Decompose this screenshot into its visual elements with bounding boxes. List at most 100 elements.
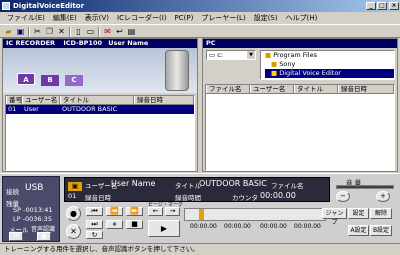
toolbar: ▰ ▣ ✂ ❐ ✕ ▯ ▭ ✉ ↩ ▤ — [0, 24, 400, 38]
a-set-button[interactable]: A設定 — [348, 225, 369, 236]
col-date[interactable]: 録音日時 — [338, 85, 394, 93]
recorder-file-list: 番号 ユーザー名 タイトル 録音日時 01 User Name OUTDOOR … — [5, 95, 195, 171]
pc-header: PC — [203, 39, 397, 48]
split-icon[interactable]: ▯ — [73, 27, 84, 37]
menu-view[interactable]: 表示(V) — [81, 12, 113, 24]
pc-list-header: ファイル名 ユーザー名 タイトル 録音日時 — [206, 85, 394, 94]
col-number[interactable]: 番号 — [6, 96, 22, 104]
col-user[interactable]: ユーザー名 — [22, 96, 60, 104]
b-set-button[interactable]: B設定 — [370, 225, 392, 236]
volume-down-button[interactable]: − — [336, 191, 350, 202]
recorder-model: ICD-BP100 — [63, 39, 103, 47]
mark-icon[interactable]: ✉ — [102, 27, 113, 37]
ic-recorder-pane: IC RECORDER ICD-BP100 User Name A B C 番号… — [2, 38, 198, 172]
menu-settings[interactable]: 設定(S) — [250, 12, 282, 24]
col-title[interactable]: タイトル — [60, 96, 134, 104]
track-info-display: ▣ ユーザー名 User Name タイトル OUTDOOR BASIC ファイ… — [64, 177, 330, 202]
time-mark-3: 00:00.00 — [260, 223, 287, 230]
mail-button[interactable]: ✉ — [9, 232, 23, 241]
app-icon — [2, 2, 10, 10]
count-value: 00:00.00 — [260, 191, 296, 200]
folder-tab-c[interactable]: C — [65, 75, 83, 86]
pc-pane: PC ▭ c: ▼ ■ Program Files ■ Sony ■ Digit… — [202, 38, 398, 172]
time-mark-4: 00:00.00 — [294, 223, 321, 230]
menu-pc[interactable]: PC(P) — [171, 12, 198, 24]
folder-tree: ■ Program Files ■ Sony ■ Digital Voice E… — [260, 50, 395, 80]
info-icon[interactable]: ▤ — [126, 27, 137, 37]
window-title: DigitalVoiceEditor — [13, 2, 85, 10]
save-icon[interactable]: ▣ — [15, 27, 26, 37]
status-bar: トレーニングする用件を選択し、音声認識ボタンを押して下さい。 — [0, 243, 400, 255]
table-row[interactable]: 01 User Name OUTDOOR BASIC — [6, 105, 194, 122]
pc-file-list: ファイル名 ユーザー名 タイトル 録音日時 — [205, 84, 395, 171]
menu-file[interactable]: ファイル(E) — [3, 12, 49, 24]
menu-ic-recorder[interactable]: ICレコーダー(I) — [113, 12, 170, 24]
voice-recognition-button[interactable]: ◉ — [37, 232, 51, 241]
mark-prev-button[interactable]: ← — [148, 207, 163, 216]
recorder-device-image — [165, 50, 189, 91]
folder-icon: ■ — [265, 51, 272, 59]
title-bar: DigitalVoiceEditor _ □ × — [0, 0, 400, 12]
tree-item-digital-voice-editor[interactable]: ■ Digital Voice Editor — [265, 69, 394, 78]
menu-player[interactable]: プレーヤー(L) — [197, 12, 249, 24]
undo-icon[interactable]: ↩ — [114, 27, 125, 37]
fast-forward-button[interactable]: ⏩ — [126, 207, 143, 216]
time-mark-2: 00:00.00 — [224, 223, 251, 230]
col-title[interactable]: タイトル — [294, 85, 338, 93]
recorder-list-header: 番号 ユーザー名 タイトル 録音日時 — [6, 96, 194, 105]
lp-time: LP -0036:35 — [13, 215, 52, 223]
menu-edit[interactable]: 編集(E) — [49, 12, 81, 24]
erase-button[interactable]: ✕ — [66, 224, 81, 239]
delete-icon[interactable]: ✕ — [56, 27, 67, 37]
close-button[interactable]: × — [389, 2, 399, 10]
copy-icon[interactable]: ❐ — [44, 27, 55, 37]
folder-tab-b[interactable]: B — [41, 75, 59, 86]
next-track-button[interactable]: ⏭ — [86, 220, 103, 229]
combine-icon[interactable]: ▭ — [85, 27, 96, 37]
sp-time: SP -0013:41 — [13, 206, 53, 214]
maximize-button[interactable]: □ — [377, 2, 387, 10]
time-mark-1: 00:00.00 — [190, 223, 217, 230]
file-label: ファイル名 — [271, 182, 304, 190]
pause-button[interactable]: ⏸ — [106, 220, 123, 229]
col-date[interactable]: 録音日時 — [134, 96, 194, 104]
play-button[interactable]: ▶ — [148, 220, 180, 237]
folder-icon[interactable]: ▰ — [3, 27, 14, 37]
drive-select[interactable]: ▭ c: ▼ — [206, 50, 256, 60]
record-icon: ▣ — [68, 182, 82, 191]
ic-recorder-header: IC RECORDER ICD-BP100 User Name — [3, 39, 197, 48]
track-number: 01 — [68, 192, 77, 200]
playhead[interactable] — [199, 209, 204, 220]
playback-timeline[interactable] — [184, 208, 326, 221]
tree-item-program-files[interactable]: ■ Program Files — [265, 51, 394, 60]
folder-tab-a[interactable]: A — [17, 73, 35, 85]
mark-next-button[interactable]: → — [165, 207, 180, 216]
prev-track-button[interactable]: ⏮ — [86, 207, 103, 216]
stop-button[interactable]: ■ — [126, 220, 143, 229]
rewind-button[interactable]: ⏪ — [106, 207, 123, 216]
player-control-panel: 接続 USB 残量 SP -0013:41 LP -0036:35 メール 音声… — [0, 173, 400, 243]
menu-help[interactable]: ヘルプ(H) — [282, 12, 322, 24]
set-button[interactable]: 設定 — [348, 208, 369, 219]
jump-button[interactable]: ジャンプ — [322, 208, 347, 226]
chevron-down-icon: ▼ — [247, 51, 255, 59]
col-user[interactable]: ユーザー名 — [250, 85, 294, 93]
connection-label: 接続 — [6, 188, 19, 196]
folder-icon: ■ — [271, 60, 278, 68]
volume-slider[interactable] — [336, 185, 394, 189]
connection-value: USB — [25, 183, 44, 193]
count-label: カウンタ — [232, 194, 258, 202]
tree-item-sony[interactable]: ■ Sony — [265, 60, 394, 69]
title-label: タイトル — [175, 182, 201, 190]
clear-button[interactable]: 解除 — [370, 208, 392, 219]
repeat-button[interactable]: ↻ — [86, 231, 103, 239]
folder-open-icon: ■ — [271, 69, 278, 77]
user-value: User Name — [111, 179, 156, 188]
volume-up-button[interactable]: + — [376, 191, 390, 202]
cut-icon[interactable]: ✂ — [32, 27, 43, 37]
minimize-button[interactable]: _ — [366, 2, 376, 10]
record-button[interactable]: ● — [66, 206, 81, 221]
recorder-user: User Name — [108, 39, 149, 47]
col-filename[interactable]: ファイル名 — [206, 85, 250, 93]
record-date-label: 録音日時 — [85, 194, 111, 202]
